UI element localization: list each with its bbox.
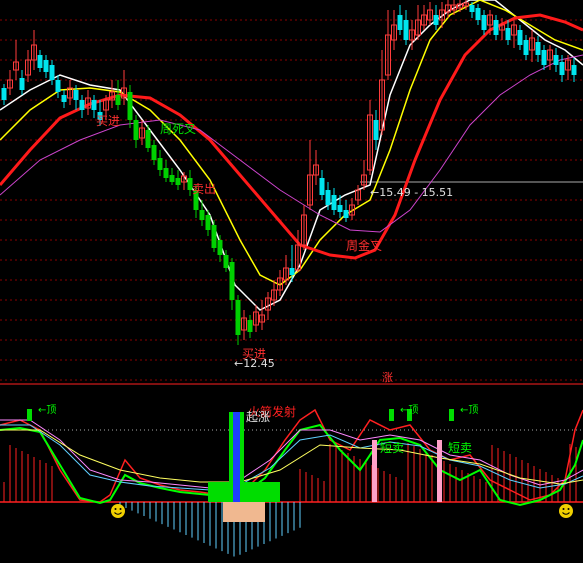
top-signal-tag-1: ←顶 — [38, 404, 56, 416]
ma-yellow-line — [0, 0, 583, 286]
candle-body — [127, 92, 133, 120]
ma-red-line — [0, 13, 583, 260]
candle-body — [247, 320, 253, 332]
price-grid — [0, 19, 583, 385]
smiley-icon — [111, 504, 125, 518]
candle-body — [433, 15, 439, 25]
candle-body — [289, 268, 295, 275]
stock-chart[interactable]: ←15.49 - 15.51←12.45买进周死叉卖出买进周金叉 涨←顶 ←顶 ←顶… — [0, 0, 583, 563]
candle-body — [49, 65, 55, 80]
candle-body — [211, 225, 217, 248]
signal-week-golden-cross: 周金叉 — [346, 238, 382, 253]
candle-body — [559, 62, 565, 75]
candle-body — [115, 95, 121, 105]
candle-body — [325, 190, 331, 205]
candle-body — [403, 20, 409, 40]
candle-body — [523, 40, 529, 55]
smiley-eye — [562, 508, 565, 510]
candle-body — [223, 255, 229, 268]
candle-body — [493, 20, 499, 35]
rise-begin-label: 起涨 — [246, 409, 270, 424]
candle-body — [145, 130, 151, 148]
signal-week-dead-cross: 周死叉 — [160, 122, 196, 136]
candle-body — [337, 205, 343, 212]
candle-body — [517, 30, 523, 45]
candle-body — [19, 78, 25, 90]
candle-body — [331, 195, 337, 210]
candle-body — [151, 145, 157, 160]
candle-body — [235, 300, 241, 335]
candle-body — [217, 240, 223, 255]
candle-body — [319, 178, 325, 195]
osc-green-line — [0, 423, 583, 507]
candle-body — [37, 55, 43, 68]
candle-body — [553, 55, 559, 65]
bar-pink-2 — [437, 440, 442, 502]
chart-window: ←15.49 - 15.51 ←12.45 买进 周死叉 卖出 买进 周金叉 涨 ←顶 ←顶 ←顶… — [0, 0, 583, 563]
candle-body — [475, 8, 481, 20]
candle-body — [229, 262, 235, 300]
signal-marker — [27, 409, 32, 421]
candle-body — [373, 120, 379, 140]
smiley-eye — [567, 508, 570, 510]
candle-body — [133, 120, 139, 140]
candle-body — [205, 215, 211, 230]
candle-body — [73, 90, 79, 100]
candle-body — [535, 42, 541, 55]
candle-body — [397, 15, 403, 30]
high-price-label: ←15.49 - 15.51 — [370, 186, 453, 199]
smiley-icon — [559, 504, 573, 518]
oscillator-panel: 涨←顶 ←顶 ←顶火箭发射起涨短卖 短卖 — [0, 371, 583, 557]
candle-body — [157, 158, 163, 170]
candle-body — [541, 50, 547, 65]
smiley-eye — [119, 508, 122, 510]
bar-peach — [223, 502, 265, 522]
smiley-eye — [114, 508, 117, 510]
signal-marker — [389, 409, 394, 421]
top-signal-tag-2: ←顶 — [400, 404, 418, 416]
candle-body — [61, 95, 67, 102]
signal-buy-1: 买进 — [96, 114, 120, 128]
candle-body — [91, 100, 97, 110]
candle-body — [43, 60, 49, 72]
bar-pink-1 — [372, 440, 377, 502]
signal-marker — [449, 409, 454, 421]
candlesticks — [1, 0, 577, 345]
candle-body — [1, 88, 7, 100]
candle-body — [481, 15, 487, 30]
candle-body — [79, 100, 85, 110]
ma-magenta-line — [0, 54, 583, 233]
candle-body — [343, 210, 349, 218]
candle-body — [571, 65, 577, 75]
top-signal-tag-3: ←顶 — [460, 404, 478, 416]
bar-blue — [233, 412, 240, 502]
candle-body — [199, 210, 205, 220]
short-sell-label-2: 短卖 — [448, 441, 472, 455]
candle-body — [469, 5, 475, 12]
short-sell-label-1: 短卖 — [380, 441, 404, 455]
zhang-label: 涨 — [382, 371, 393, 384]
candle-body — [169, 175, 175, 182]
candle-body — [55, 80, 61, 92]
candle-body — [163, 168, 169, 178]
candle-body — [175, 178, 181, 185]
price-annotations: ←15.49 - 15.51←12.45买进周死叉卖出买进周金叉 — [96, 114, 453, 370]
osc-red-line — [0, 408, 583, 503]
signal-sell: 卖出 — [192, 182, 216, 196]
signal-buy-2: 买进 — [242, 347, 266, 361]
candle-body — [505, 28, 511, 40]
